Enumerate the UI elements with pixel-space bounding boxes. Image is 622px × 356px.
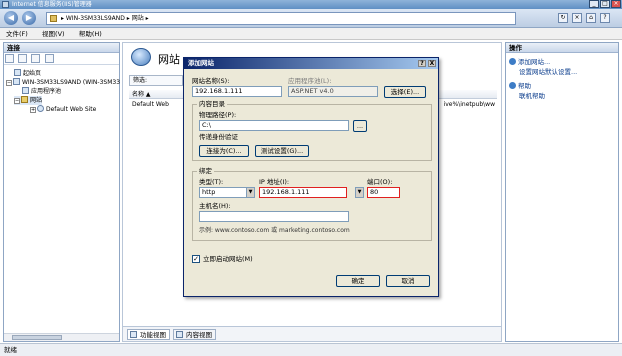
app-pool-label: 应用程序池(L):	[288, 77, 332, 85]
hostname-label: 主机名(H):	[199, 202, 231, 210]
close-button[interactable]: ×	[611, 0, 621, 8]
app-pool-value: ASP.NET v4.0	[288, 86, 378, 97]
delete-connection-icon[interactable]	[44, 54, 54, 63]
binding-label: 绑定	[197, 167, 214, 175]
ip-address-label: IP 地址(I):	[259, 178, 290, 186]
content-directory-label: 内容目录	[197, 100, 227, 108]
window-title-bar: Internet 信息服务(IIS)管理器 _ □ ×	[0, 0, 622, 9]
ok-button[interactable]: 确定	[336, 275, 380, 287]
select-app-pool-button[interactable]: 选择(E)...	[384, 86, 426, 98]
collapse-icon[interactable]: −	[14, 98, 20, 104]
tree-node-app-pools[interactable]: 应用程序池	[22, 87, 61, 96]
navigation-bar: ◀ ▶ ▸ WIN-3SM33LS9AND ▸ 网站 ▸ ↻ × ⌂ ?	[0, 9, 622, 28]
save-icon[interactable]	[18, 54, 28, 63]
action-add-site[interactable]: 添加网站...	[509, 58, 550, 67]
maximize-button[interactable]: □	[600, 0, 610, 8]
refresh-icon[interactable]: ↻	[558, 13, 568, 23]
type-select[interactable]: http	[199, 187, 247, 198]
add-website-dialog: 添加网站 ? X 网站名称(S): 192.168.1.111 应用程序池(L)…	[183, 57, 439, 297]
port-label: 端口(O):	[367, 178, 393, 186]
website-globe-icon	[37, 105, 44, 112]
window-title: Internet 信息服务(IIS)管理器	[12, 1, 92, 8]
folder-icon	[50, 15, 57, 22]
site-name-input[interactable]: 192.168.1.111	[192, 86, 282, 97]
dialog-help-button[interactable]: ?	[418, 60, 426, 67]
menu-bar: 文件(F) 视图(V) 帮助(H)	[0, 28, 622, 40]
binding-group: 绑定 类型(T): http ▼ IP 地址(I): 192.168.1.111…	[192, 167, 432, 241]
server-icon	[13, 78, 20, 85]
help-icon	[509, 82, 516, 89]
row-site-name: Default Web	[132, 101, 169, 108]
connect-as-button[interactable]: 连接为(C)...	[199, 145, 249, 157]
connections-header: 连接	[4, 43, 119, 53]
tree-node-sites[interactable]: − 网站	[14, 96, 43, 105]
ip-address-select[interactable]: 192.168.1.111	[259, 187, 347, 198]
tree-node-default-web-site[interactable]: + Default Web Site	[30, 105, 96, 114]
view-tabs: 功能视图 内容视图	[123, 326, 501, 341]
dialog-close-button[interactable]: X	[428, 60, 436, 67]
forward-button[interactable]: ▶	[22, 11, 36, 25]
port-input[interactable]: 80	[367, 187, 400, 198]
hostname-input[interactable]	[199, 211, 349, 222]
status-text: 就绪	[4, 346, 17, 354]
start-immediately-checkbox[interactable]: ✓	[192, 255, 200, 263]
app-pool-icon	[22, 87, 29, 94]
test-settings-button[interactable]: 测试设置(G)...	[255, 145, 309, 157]
iis-app-icon	[2, 1, 9, 8]
back-button[interactable]: ◀	[4, 11, 18, 25]
connections-tree: 起始页 − WIN-3SM33LS9AND (WIN-3SM33 应用程序池 − 网…	[4, 65, 120, 325]
action-help[interactable]: 帮助	[509, 82, 531, 91]
expand-icon[interactable]: +	[30, 107, 36, 113]
tree-node-server[interactable]: − WIN-3SM33LS9AND (WIN-3SM33	[6, 78, 120, 87]
minimize-button[interactable]: _	[589, 0, 599, 8]
connections-pane: 连接 起始页 − WIN-3SM33LS9AND (WIN-3SM33 应用程序池…	[3, 42, 120, 342]
page-title: 网站	[158, 53, 180, 66]
browse-button[interactable]: ...	[353, 120, 367, 132]
sites-globe-icon	[131, 48, 151, 66]
physical-path-label: 物理路径(P):	[199, 111, 237, 119]
sites-folder-icon	[21, 96, 28, 103]
actions-header: 操作	[506, 43, 618, 53]
site-name-label: 网站名称(S):	[192, 77, 230, 85]
type-label: 类型(T):	[199, 178, 224, 186]
passthrough-auth-label: 传递身份验证	[199, 133, 238, 141]
hostname-example: 示例: www.contoso.com 或 marketing.contoso.…	[199, 227, 350, 234]
physical-path-input[interactable]: C:\	[199, 120, 349, 131]
scroll-thumb[interactable]	[12, 335, 62, 340]
content-directory-group: 内容目录 物理路径(P): C:\ ... 传递身份验证 连接为(C)... 测…	[192, 100, 432, 161]
menu-view[interactable]: 视图(V)	[36, 28, 71, 40]
add-site-icon	[509, 58, 516, 65]
connections-toolbar	[4, 53, 119, 65]
action-online-help[interactable]: 联机帮助	[519, 92, 545, 101]
up-icon[interactable]	[31, 54, 41, 63]
cancel-button[interactable]: 取消	[386, 275, 430, 287]
status-bar: 就绪	[0, 343, 622, 356]
type-dropdown-arrow-icon[interactable]: ▼	[246, 187, 255, 198]
dialog-title: 添加网站	[184, 58, 438, 69]
row-physical-path: ive%\inetpub\ww	[443, 101, 495, 108]
collapse-icon[interactable]: −	[6, 80, 12, 86]
tree-node-start-page[interactable]: 起始页	[14, 69, 41, 78]
address-field[interactable]: ▸ WIN-3SM33LS9AND ▸ 网站 ▸	[46, 12, 516, 25]
menu-file[interactable]: 文件(F)	[0, 28, 34, 40]
menu-help[interactable]: 帮助(H)	[73, 28, 108, 40]
help-icon[interactable]: ?	[600, 13, 610, 23]
actions-pane: 操作 添加网站... 设置网站默认设置... 帮助 联机帮助	[505, 42, 619, 342]
stop-icon[interactable]: ×	[572, 13, 582, 23]
home-icon[interactable]: ⌂	[586, 13, 596, 23]
features-view-icon	[130, 331, 137, 338]
filter-field[interactable]: 筛选:	[129, 75, 183, 86]
connections-hscrollbar[interactable]	[4, 333, 119, 341]
start-immediately-label: 立即启动网站(M)	[203, 255, 253, 263]
action-set-defaults[interactable]: 设置网站默认设置...	[519, 68, 577, 77]
address-path: ▸ WIN-3SM33LS9AND ▸ 网站 ▸	[61, 15, 149, 22]
ip-dropdown-arrow-icon[interactable]: ▼	[355, 187, 364, 198]
tab-features-view[interactable]: 功能视图	[127, 329, 170, 340]
content-view-icon	[176, 331, 183, 338]
start-page-icon	[14, 69, 21, 76]
tab-content-view[interactable]: 内容视图	[173, 329, 216, 340]
connect-icon[interactable]	[5, 54, 14, 63]
